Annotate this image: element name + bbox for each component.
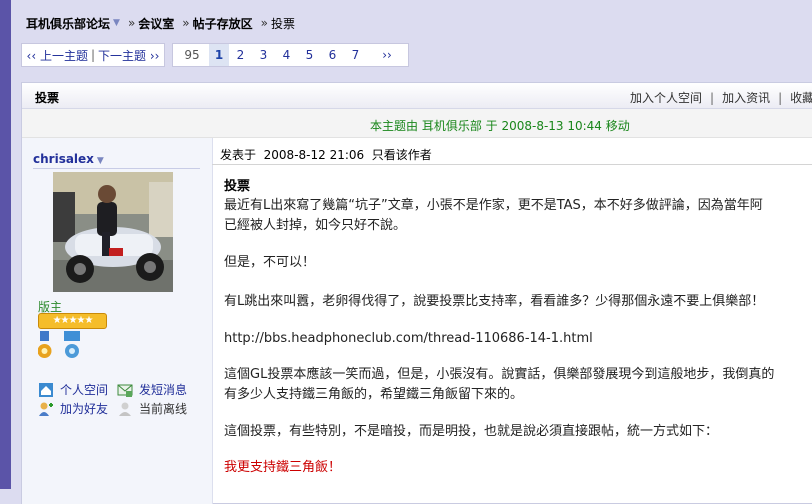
post-line: 這個GL投票本應該一笑而過，但是，小張沒有。說實話，俱樂部發展現今到這般地步，我… bbox=[224, 367, 775, 382]
send-message-label: 发短消息 bbox=[139, 383, 188, 397]
page-current: 1 bbox=[209, 44, 229, 66]
post-line: 已經被人封掉，如今只好不說。 bbox=[224, 218, 407, 233]
author-only-link[interactable]: 只看该作者 bbox=[372, 148, 432, 162]
avatar-photo bbox=[53, 172, 173, 292]
add-friend-label: 加为好友 bbox=[60, 402, 109, 416]
thread-title: 投票 bbox=[35, 91, 60, 105]
offline-user-icon bbox=[119, 402, 131, 416]
rank-stars-badge: ★★★★★ bbox=[38, 313, 107, 329]
moved-notice-text: 本主题由 耳机俱乐部 于 2008-8-13 10:44 移动 bbox=[370, 119, 630, 133]
page-link[interactable]: 2 bbox=[229, 44, 252, 66]
breadcrumb: 耳机俱乐部论坛 ▼ » 会议室 » 帖子存放区 » 投票 bbox=[26, 14, 295, 32]
thread-actions: 加入个人空间 | 加入资讯 | 收藏 bbox=[630, 89, 812, 106]
chevron-down-icon[interactable]: ▼ bbox=[97, 156, 104, 166]
add-to-space-link[interactable]: 加入个人空间 bbox=[630, 91, 702, 105]
moved-notice: 本主题由 耳机俱乐部 于 2008-8-13 10:44 移动 bbox=[22, 109, 812, 138]
online-status: 当前离线 bbox=[117, 400, 187, 417]
personal-space-label: 个人空间 bbox=[60, 383, 109, 397]
breadcrumb-separator: » bbox=[182, 16, 190, 30]
posted-label: 发表于 bbox=[220, 148, 257, 162]
send-message-link[interactable]: 发短消息 bbox=[117, 381, 187, 398]
favorite-link[interactable]: 收藏 bbox=[790, 91, 812, 105]
post-header: 发表于 2008-8-12 21:06 只看该作者 bbox=[212, 138, 812, 165]
page-link[interactable]: 3 bbox=[252, 44, 275, 66]
divider: | bbox=[778, 91, 783, 105]
post-line: 這個投票，有些特別，不是暗投，而是明投，也就是說必須直接跟帖，統一方式如下： bbox=[224, 424, 719, 439]
breadcrumb-forum-link[interactable]: 耳机俱乐部论坛 bbox=[26, 15, 110, 32]
author-sidebar: chrisalex ▼ 版主 ★★★★★ 个人空间 发短消息 加为好友 当前离线 bbox=[22, 138, 213, 504]
post-title: 投票 bbox=[224, 179, 251, 194]
next-thread-link[interactable]: 下一主题 ›› bbox=[98, 47, 159, 64]
page-link[interactable]: 7 bbox=[344, 44, 367, 66]
page-link[interactable]: 5 bbox=[298, 44, 321, 66]
next-page-link[interactable]: ›› bbox=[367, 44, 407, 66]
breadcrumb-section-link[interactable]: 会议室 bbox=[138, 15, 174, 32]
thread-titlebar: 投票 加入个人空间 | 加入资讯 | 收藏 bbox=[22, 83, 812, 109]
thread-panel: 投票 加入个人空间 | 加入资讯 | 收藏 本主题由 耳机俱乐部 于 2008-8-13… bbox=[21, 82, 812, 504]
add-friend-link[interactable]: 加为好友 bbox=[38, 400, 108, 417]
nav-divider: | bbox=[90, 48, 96, 62]
breadcrumb-current: 投票 bbox=[271, 16, 296, 31]
post-url-link[interactable]: http://bbs.headphoneclub.com/thread-1106… bbox=[224, 329, 593, 349]
post-meta: 发表于 2008-8-12 21:06 只看该作者 bbox=[220, 146, 432, 163]
avatar[interactable] bbox=[53, 172, 173, 292]
breadcrumb-separator: » bbox=[260, 16, 268, 30]
author-name-link[interactable]: chrisalex bbox=[33, 152, 94, 166]
medal-icons bbox=[38, 331, 80, 358]
page-link[interactable]: 4 bbox=[275, 44, 298, 66]
chevron-down-icon[interactable]: ▼ bbox=[113, 18, 120, 28]
personal-space-link[interactable]: 个人空间 bbox=[38, 381, 108, 398]
post-line: 最近有L出來寫了幾篇“坑子”文章，小張不是作家，更不是TAS，本不好多做評論，因… bbox=[224, 198, 763, 213]
post-line: 有L跳出來叫囂，老卵得伐得了，說要投票比支持率，看看誰多？少得那個永遠不要上俱樂… bbox=[224, 294, 765, 309]
author-name-row: chrisalex ▼ bbox=[33, 152, 104, 166]
pagination: 95 1 2 3 4 5 6 7 ›› bbox=[172, 43, 409, 67]
post-line: 但是，不可以！ bbox=[224, 255, 316, 270]
left-accent-bar bbox=[0, 0, 11, 489]
divider bbox=[33, 168, 200, 169]
post-highlight-line: 我更支持鐵三角飯！ bbox=[224, 460, 342, 475]
add-friend-icon bbox=[39, 402, 53, 416]
message-icon bbox=[117, 384, 133, 397]
divider: | bbox=[710, 91, 715, 105]
page-link[interactable]: 6 bbox=[321, 44, 344, 66]
post-date: 2008-8-12 21:06 bbox=[263, 148, 365, 162]
prev-thread-link[interactable]: ‹‹ 上一主题 bbox=[27, 47, 88, 64]
online-status-label: 当前离线 bbox=[139, 402, 188, 416]
add-to-news-link[interactable]: 加入资讯 bbox=[722, 91, 770, 105]
page-count: 95 bbox=[184, 48, 200, 62]
breadcrumb-separator: » bbox=[127, 16, 136, 30]
home-icon bbox=[39, 382, 53, 397]
post-line: 有多少人支持鐵三角飯的，希望鐵三角飯留下來的。 bbox=[224, 387, 524, 402]
breadcrumb-subsection-link[interactable]: 帖子存放区 bbox=[193, 15, 253, 32]
thread-nav: ‹‹ 上一主题 | 下一主题 ›› bbox=[21, 43, 165, 67]
